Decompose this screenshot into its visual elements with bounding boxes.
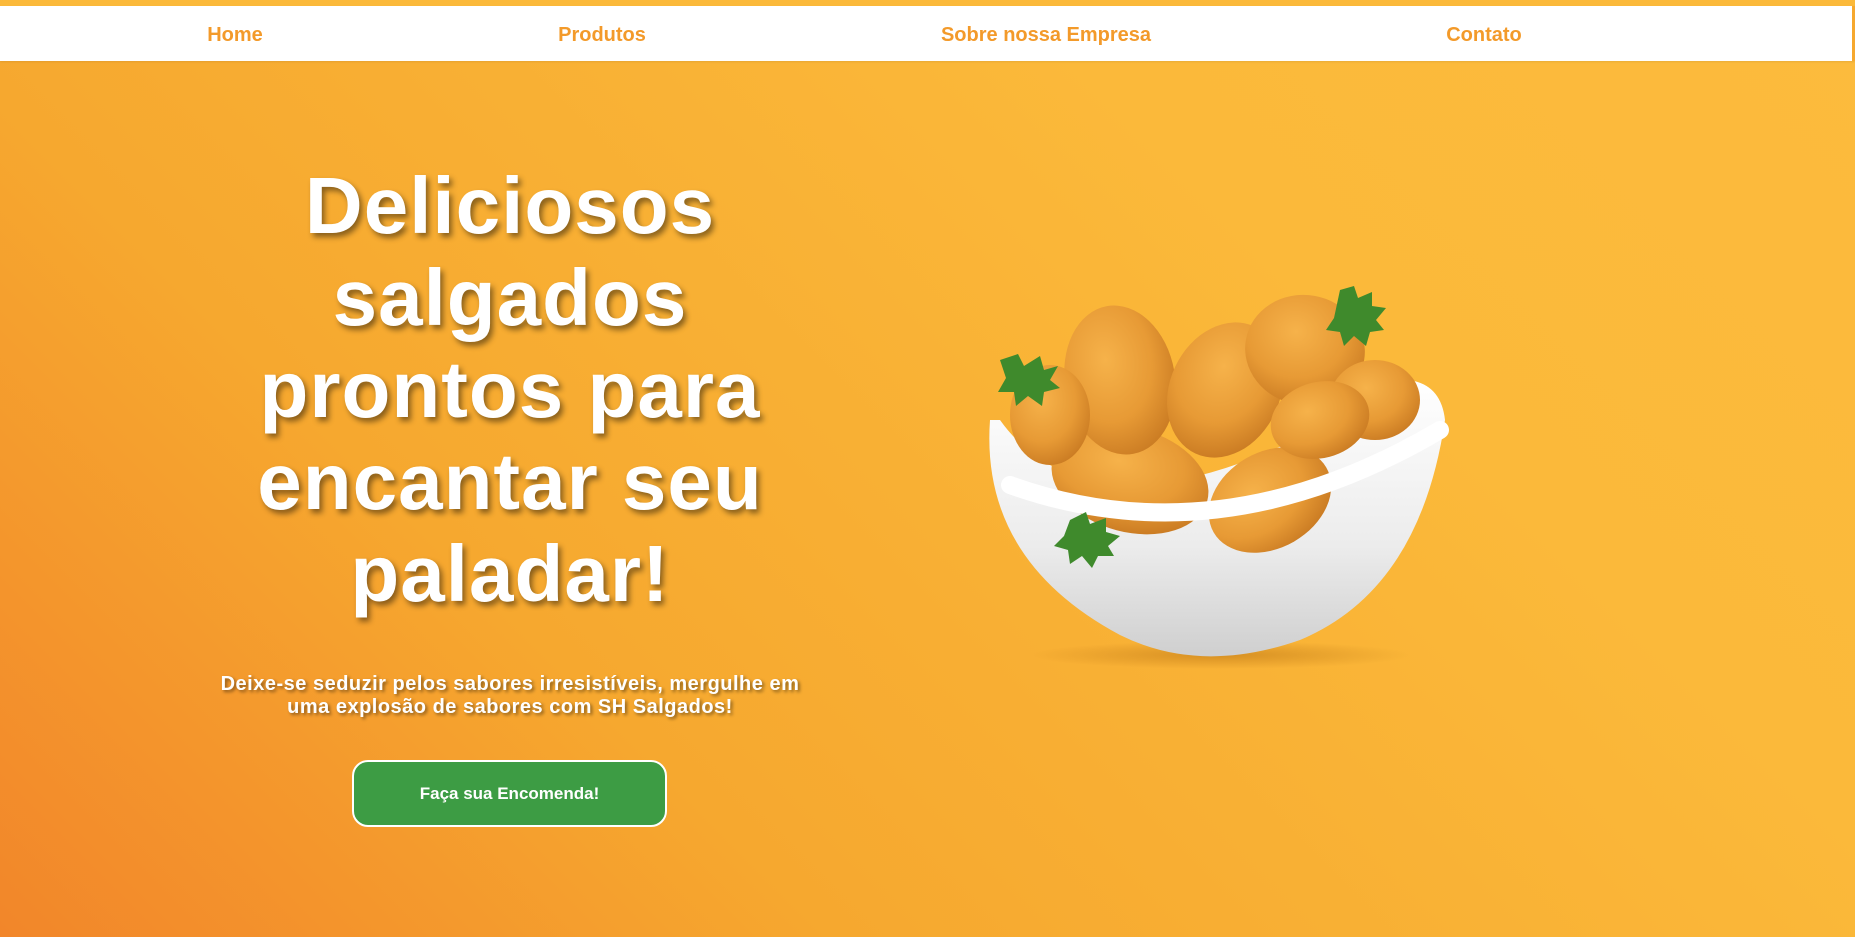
- nav-link-contato[interactable]: Contato: [1446, 24, 1522, 47]
- nav-link-home[interactable]: Home: [207, 24, 263, 47]
- nav-link-sobre-empresa[interactable]: Sobre nossa Empresa: [941, 24, 1151, 47]
- nav-link-produtos[interactable]: Produtos: [558, 24, 646, 47]
- navbar: Home Produtos Sobre nossa Empresa Contat…: [0, 6, 1855, 61]
- salgados-bowl-image: [989, 286, 1449, 669]
- hero-subtitle: Deixe-se seduzir pelos sabores irresistí…: [220, 673, 800, 718]
- hero-title: Deliciosos salgados prontos para encanta…: [257, 161, 763, 618]
- order-button[interactable]: Faça sua Encomenda!: [352, 760, 667, 827]
